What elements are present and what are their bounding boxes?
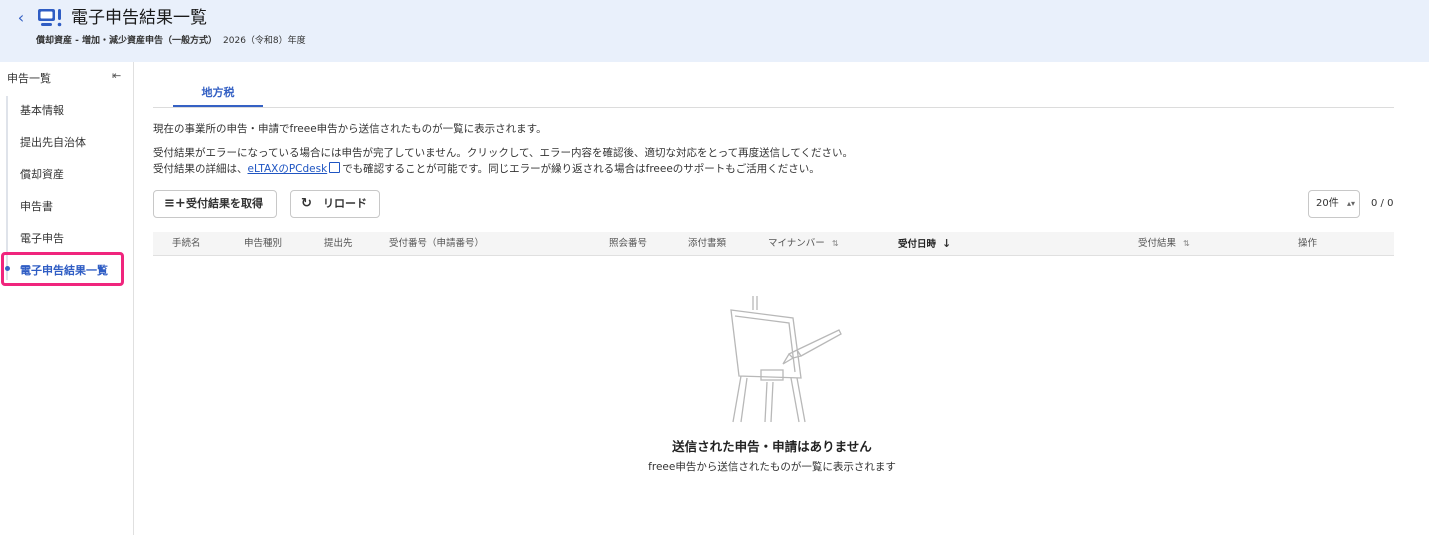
empty-state-title: 送信された申告・申請はありません bbox=[672, 439, 872, 454]
eltax-pcdesk-link[interactable]: eLTAXのPCdesk bbox=[248, 163, 328, 175]
description-line-1: 現在の事業所の申告・申請でfreee申告から送信されたものが一覧に表示されます。 bbox=[153, 123, 547, 135]
reload-button[interactable]: ↻ リロード bbox=[290, 190, 380, 218]
reload-icon: ↻ bbox=[301, 196, 312, 211]
description-line-2: 受付結果がエラーになっている場合には申告が完了していません。クリックして、エラー… bbox=[153, 147, 854, 159]
column-destination: 提出先 bbox=[324, 238, 353, 249]
description-prefix: 受付結果の詳細は、 bbox=[153, 163, 248, 175]
fetch-results-button[interactable]: ≡+ 受付結果を取得 bbox=[153, 190, 277, 218]
chevron-left-icon[interactable]: ‹ bbox=[13, 9, 29, 27]
external-link-icon[interactable] bbox=[329, 162, 341, 173]
page-title: 電子申告結果一覧 bbox=[71, 8, 207, 28]
sort-icon: ⇅ bbox=[1183, 239, 1190, 248]
column-inquiry-number: 照会番号 bbox=[609, 238, 648, 249]
column-attachments: 添付書類 bbox=[688, 238, 727, 249]
sort-descending-icon: ↓ bbox=[942, 237, 952, 250]
column-receipt-number: 受付番号（申請番号） bbox=[389, 238, 485, 249]
list-add-icon: ≡+ bbox=[164, 196, 186, 211]
active-item-dot bbox=[5, 266, 10, 271]
subtitle-year: 2026（令和8）年度 bbox=[223, 36, 306, 46]
sidebar-item-e-filing-results[interactable]: 電子申告結果一覧 bbox=[20, 262, 108, 278]
empty-easel-illustration bbox=[730, 296, 842, 423]
page-count: 0 / 0 bbox=[1371, 198, 1394, 209]
description-suffix: でも確認することが可能です。同じエラーが繰り返される場合はfreeeのサポートも… bbox=[342, 163, 820, 175]
empty-state-subtitle: freee申告から送信されたものが一覧に表示されます bbox=[648, 461, 896, 473]
per-page-select[interactable]: 20件 ▴▾ bbox=[1308, 190, 1360, 218]
sidebar-item-e-filing[interactable]: 電子申告 bbox=[20, 230, 64, 246]
subtitle-category: 償却資産 - 増加・減少資産申告（一般方式） bbox=[36, 36, 218, 46]
column-received-datetime-sortable[interactable]: 受付日時 ↓ bbox=[898, 232, 951, 257]
tax-filing-app-icon bbox=[38, 9, 62, 27]
page-header: ‹ 電子申告結果一覧 償却資産 - 増加・減少資産申告（一般方式） 2026（令和… bbox=[0, 0, 1429, 62]
sidebar-item-depreciable-assets[interactable]: 償却資産 bbox=[20, 166, 64, 182]
description-line-3: 受付結果の詳細は、eLTAXのPCdesk でも確認することが可能です。同じエラー… bbox=[153, 162, 820, 176]
sidebar-item-basic-info[interactable]: 基本情報 bbox=[20, 102, 64, 118]
sidebar-item-submission-municipality[interactable]: 提出先自治体 bbox=[20, 134, 86, 150]
collapse-sidebar-icon[interactable]: ⇤ bbox=[112, 69, 121, 82]
column-my-number-sortable[interactable]: マイナンバー ⇅ bbox=[768, 232, 839, 256]
column-filing-type: 申告種別 bbox=[244, 238, 283, 249]
sidebar-heading[interactable]: 申告一覧 bbox=[7, 70, 51, 86]
column-receipt-result-sortable[interactable]: 受付結果 ⇅ bbox=[1138, 232, 1190, 256]
sort-icon: ⇅ bbox=[831, 239, 839, 248]
table-header: 手続名 申告種別 提出先 受付番号（申請番号） 照会番号 添付書類 マイナンバー… bbox=[153, 232, 1394, 256]
select-arrows-icon: ▴▾ bbox=[1346, 199, 1355, 208]
tab-divider bbox=[153, 107, 1394, 108]
column-actions: 操作 bbox=[1298, 238, 1318, 249]
page-subtitle: 償却資産 - 増加・減少資産申告（一般方式） 2026（令和8）年度 bbox=[36, 35, 306, 47]
column-procedure-name: 手続名 bbox=[172, 238, 201, 249]
sidebar-item-return-form[interactable]: 申告書 bbox=[20, 198, 53, 214]
